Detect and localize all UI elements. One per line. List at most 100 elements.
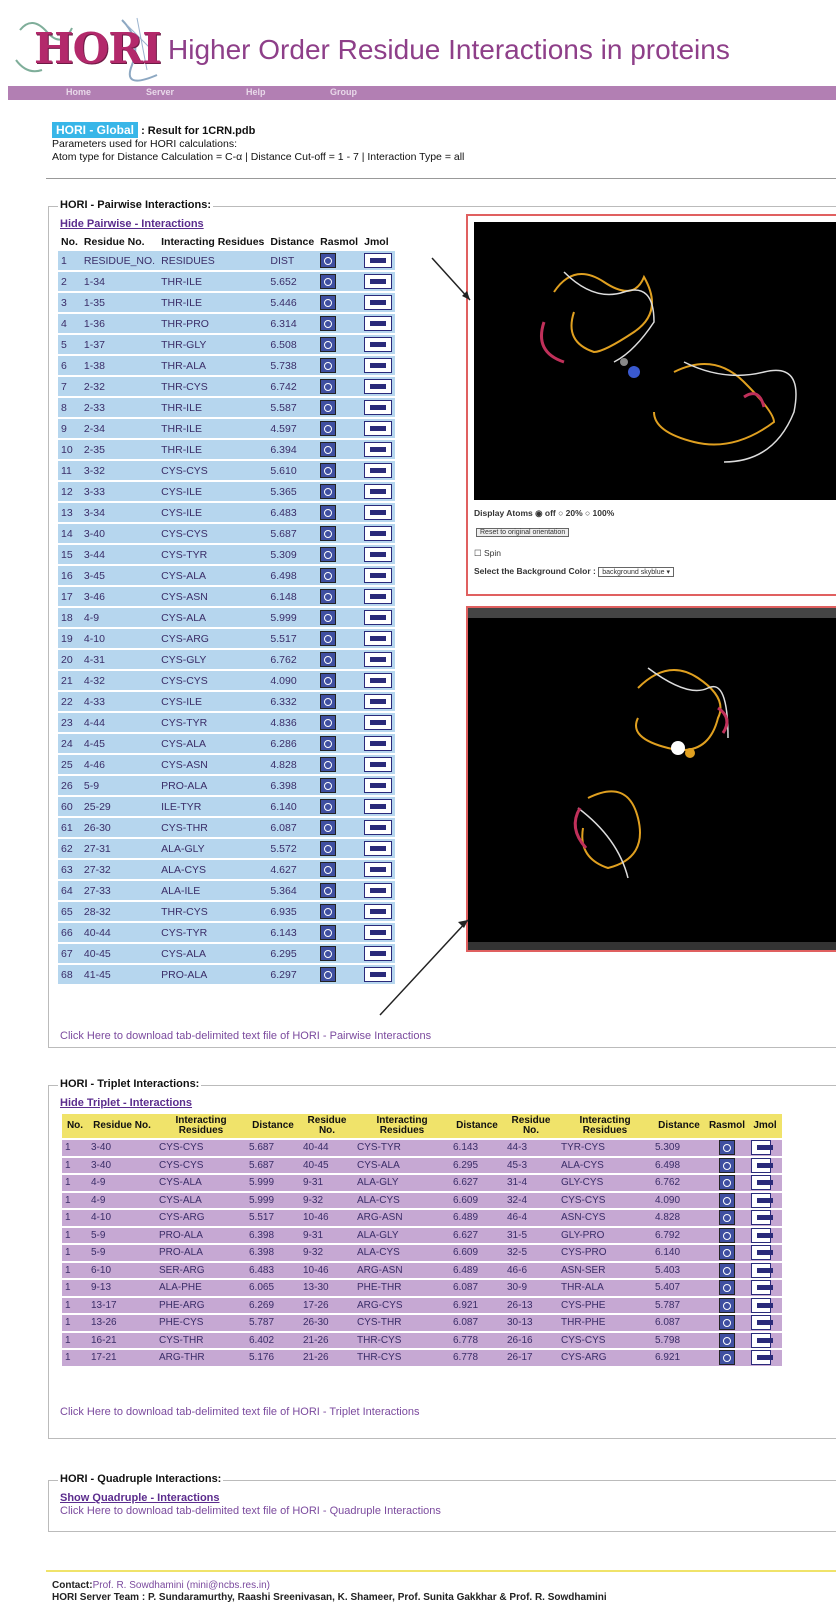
jmol-icon[interactable] xyxy=(751,1315,773,1331)
triplet-cell: 6.295 xyxy=(450,1157,504,1173)
jmol-icon[interactable] xyxy=(751,1140,773,1156)
rasmol-cell xyxy=(706,1140,748,1156)
jmol-cell xyxy=(748,1262,782,1278)
triplet-cell: 1 xyxy=(62,1262,88,1278)
rasmol-icon[interactable] xyxy=(719,1245,735,1261)
triplet-cell: 1 xyxy=(62,1332,88,1348)
jmol-icon[interactable] xyxy=(751,1297,773,1313)
triplet-cell: 1 xyxy=(62,1315,88,1331)
rasmol-cell xyxy=(706,1262,748,1278)
rasmol-icon[interactable] xyxy=(719,1350,735,1366)
rasmol-cell xyxy=(706,1210,748,1226)
triplet-cell: 9-31 xyxy=(300,1175,354,1191)
jmol-icon[interactable] xyxy=(751,1192,773,1208)
rasmol-icon[interactable] xyxy=(719,1175,735,1191)
download-quadruple-link[interactable]: Click Here to download tab-delimited tex… xyxy=(60,1505,441,1517)
jmol-cell xyxy=(748,1245,782,1261)
triplet-cell: 26-16 xyxy=(504,1332,558,1348)
jmol-icon[interactable] xyxy=(751,1350,773,1366)
rasmol-icon[interactable] xyxy=(719,1192,735,1208)
table-row: 1 3-40 CYS-CYS 5.687 40-45 CYS-ALA 6.295 45-3 AL… xyxy=(62,1157,782,1173)
jmol-icon[interactable] xyxy=(751,1332,773,1348)
triplet-cell: CYS-ARG xyxy=(156,1210,246,1226)
jmol-cell xyxy=(748,1210,782,1226)
jmol-cell xyxy=(748,1297,782,1313)
tcol-jmol: Jmol xyxy=(748,1114,782,1138)
triplet-cell: GLY-CYS xyxy=(558,1175,652,1191)
rasmol-icon[interactable] xyxy=(719,1227,735,1243)
triplet-cell: 17-26 xyxy=(300,1297,354,1313)
table-row: 1 13-17 PHE-ARG 6.269 17-26 ARG-CYS 6.921 26-13… xyxy=(62,1297,782,1313)
jmol-icon[interactable] xyxy=(751,1157,773,1173)
triplet-cell: 6.778 xyxy=(450,1332,504,1348)
triplet-cell: 6.921 xyxy=(652,1350,706,1366)
rasmol-icon[interactable] xyxy=(719,1157,735,1173)
rasmol-icon[interactable] xyxy=(719,1210,735,1226)
triplet-cell: 6.087 xyxy=(450,1315,504,1331)
triplet-cell: 13-30 xyxy=(300,1280,354,1296)
footer: Contact:Prof. R. Sowdhamini (mini@ncbs.r… xyxy=(52,1580,607,1604)
connector-arrows xyxy=(379,257,471,1016)
triplet-cell: 30-13 xyxy=(504,1315,558,1331)
triplet-cell: PRO-ALA xyxy=(156,1227,246,1243)
jmol-cell xyxy=(748,1332,782,1348)
triplet-cell: 6.778 xyxy=(450,1350,504,1366)
triplet-cell: 5.787 xyxy=(652,1297,706,1313)
jmol-icon[interactable] xyxy=(751,1175,773,1191)
triplet-cell: THR-PHE xyxy=(558,1315,652,1331)
tcol-residue-no-3: Residue No. xyxy=(504,1114,558,1138)
tcol-distance-1: Distance xyxy=(246,1114,300,1138)
table-row: 1 9-13 ALA-PHE 6.065 13-30 PHE-THR 6.087 30-9 TH… xyxy=(62,1280,782,1296)
download-triplet-link[interactable]: Click Here to download tab-delimited tex… xyxy=(60,1406,419,1418)
rasmol-cell xyxy=(706,1245,748,1261)
tcol-interacting-2: Interacting Residues xyxy=(354,1114,450,1138)
rasmol-icon[interactable] xyxy=(719,1262,735,1278)
jmol-icon[interactable] xyxy=(751,1227,773,1243)
triplet-cell: 5.407 xyxy=(652,1280,706,1296)
triplet-cell: TYR-CYS xyxy=(558,1140,652,1156)
rasmol-icon[interactable] xyxy=(719,1280,735,1296)
rasmol-cell xyxy=(706,1280,748,1296)
table-row: 1 3-40 CYS-CYS 5.687 40-44 CYS-TYR 6.143 44-3 TY… xyxy=(62,1140,782,1156)
triplet-cell: CYS-THR xyxy=(156,1332,246,1348)
team-credits: HORI Server Team : P. Sundaramurthy, Raa… xyxy=(52,1592,607,1603)
jmol-icon[interactable] xyxy=(751,1245,773,1261)
triplet-cell: 1 xyxy=(62,1175,88,1191)
rasmol-icon[interactable] xyxy=(719,1140,735,1156)
triplet-cell: 31-5 xyxy=(504,1227,558,1243)
triplet-cell: 5.999 xyxy=(246,1175,300,1191)
hide-triplet-link[interactable]: Hide Triplet - Interactions xyxy=(60,1097,192,1109)
rasmol-cell xyxy=(706,1350,748,1366)
triplet-cell: 32-5 xyxy=(504,1245,558,1261)
triplet-cell: 5.176 xyxy=(246,1350,300,1366)
jmol-cell xyxy=(748,1157,782,1173)
triplet-cell: 6.065 xyxy=(246,1280,300,1296)
contact-label: Contact: xyxy=(52,1580,93,1591)
triplet-cell: 6.143 xyxy=(450,1140,504,1156)
rasmol-icon[interactable] xyxy=(719,1332,735,1348)
show-quadruple-link[interactable]: Show Quadruple - Interactions xyxy=(60,1492,220,1504)
triplet-table: No. Residue No. Interacting Residues Dis… xyxy=(62,1112,782,1368)
triplet-cell: 9-32 xyxy=(300,1245,354,1261)
triplet-cell: 6-10 xyxy=(88,1262,156,1278)
triplet-cell: 1 xyxy=(62,1192,88,1208)
triplet-cell: CYS-ALA xyxy=(156,1192,246,1208)
rasmol-cell xyxy=(706,1227,748,1243)
rasmol-icon[interactable] xyxy=(719,1297,735,1313)
jmol-icon[interactable] xyxy=(751,1210,773,1226)
rasmol-icon[interactable] xyxy=(719,1315,735,1331)
tcol-interacting-3: Interacting Residues xyxy=(558,1114,652,1138)
triplet-cell: 26-17 xyxy=(504,1350,558,1366)
contact-name[interactable]: Prof. R. Sowdhamini (mini@ncbs.res.in) xyxy=(93,1580,270,1591)
triplet-cell: 6.402 xyxy=(246,1332,300,1348)
triplet-cell: PHE-CYS xyxy=(156,1315,246,1331)
triplet-cell: 10-46 xyxy=(300,1210,354,1226)
jmol-icon[interactable] xyxy=(751,1262,773,1278)
tcol-no: No. xyxy=(62,1114,88,1138)
triplet-cell: 16-21 xyxy=(88,1332,156,1348)
triplet-cell: 1 xyxy=(62,1297,88,1313)
rasmol-cell xyxy=(706,1157,748,1173)
jmol-icon[interactable] xyxy=(751,1280,773,1296)
triplet-cell: 30-9 xyxy=(504,1280,558,1296)
triplet-cell: 1 xyxy=(62,1245,88,1261)
